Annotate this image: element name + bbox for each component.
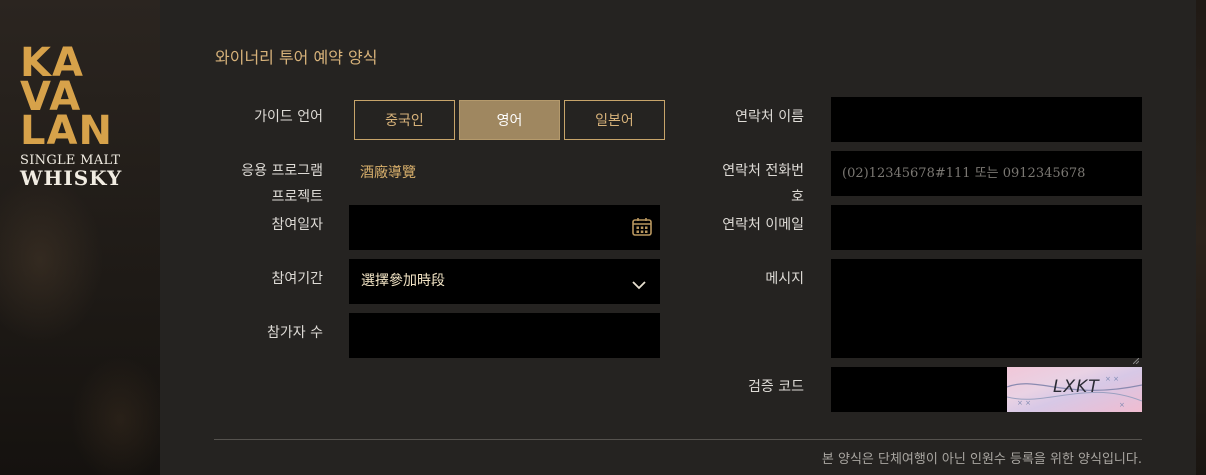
participation-period-value: 選擇參加時段 [361, 273, 445, 289]
svg-text:× ×: × × [1105, 375, 1119, 383]
message-textarea[interactable] [831, 259, 1142, 358]
contact-phone-label-2: 호 [791, 189, 804, 205]
footer-note: 본 양식은 단체여행이 아닌 인원수 등록을 위한 양식입니다. [821, 452, 1142, 467]
participation-date-input[interactable] [349, 205, 660, 250]
captcha-image[interactable]: × × × × × LXKT [1007, 367, 1142, 412]
participants-label: 참가자 수 [267, 325, 323, 341]
contact-email-field[interactable] [831, 205, 1142, 250]
contact-name-label: 연락처 이름 [735, 109, 804, 125]
guide-language-label: 가이드 언어 [254, 109, 323, 125]
participation-date-field[interactable] [349, 205, 660, 250]
resize-handle-icon[interactable] [1132, 349, 1140, 365]
captcha-label: 검증 코드 [748, 379, 804, 395]
contact-name-input[interactable] [831, 97, 1142, 142]
logo-line-3: LAN [20, 108, 113, 154]
language-option-chinese[interactable]: 중국인 [354, 100, 455, 140]
participation-date-label: 참여일자 [271, 217, 323, 233]
captcha-field[interactable] [831, 367, 1007, 412]
message-label: 메시지 [765, 271, 804, 287]
chevron-down-icon [632, 275, 646, 294]
app-project-value: 酒廠導覽 [360, 165, 416, 181]
form-title: 와이너리 투어 예약 양식 [215, 48, 378, 67]
contact-phone-label-1: 연락처 전화번 [722, 163, 804, 179]
captcha-input[interactable] [831, 367, 1007, 412]
contact-email-input[interactable] [831, 205, 1142, 250]
participation-period-label: 참여기간 [271, 271, 323, 287]
app-project-label-2: 프로젝트 [271, 189, 323, 205]
contact-email-label: 연락처 이메일 [722, 217, 804, 233]
sidebar: KA VA LAN SINGLE MALT WHISKY [0, 0, 160, 475]
svg-text:× ×: × × [1017, 399, 1031, 407]
message-field[interactable] [831, 259, 1142, 365]
form-divider [214, 439, 1142, 440]
participants-input[interactable] [349, 313, 660, 358]
background-strip [1196, 0, 1206, 475]
participation-period-select[interactable]: 選擇參加時段 [349, 259, 660, 304]
contact-phone-input[interactable] [831, 151, 1142, 196]
svg-text:×: × [1119, 401, 1125, 409]
captcha-code: LXKT [1053, 377, 1100, 397]
kavalan-logo[interactable]: KA VA LAN SINGLE MALT WHISKY [20, 43, 124, 190]
calendar-icon[interactable] [632, 217, 652, 241]
contact-name-field[interactable] [831, 97, 1142, 142]
logo-product: WHISKY [20, 166, 123, 190]
contact-phone-field[interactable] [831, 151, 1142, 196]
language-option-english[interactable]: 영어 [459, 100, 560, 140]
app-project-label-1: 응용 프로그램 [241, 163, 323, 179]
participants-field[interactable] [349, 313, 660, 358]
language-option-japanese[interactable]: 일본어 [564, 100, 665, 140]
